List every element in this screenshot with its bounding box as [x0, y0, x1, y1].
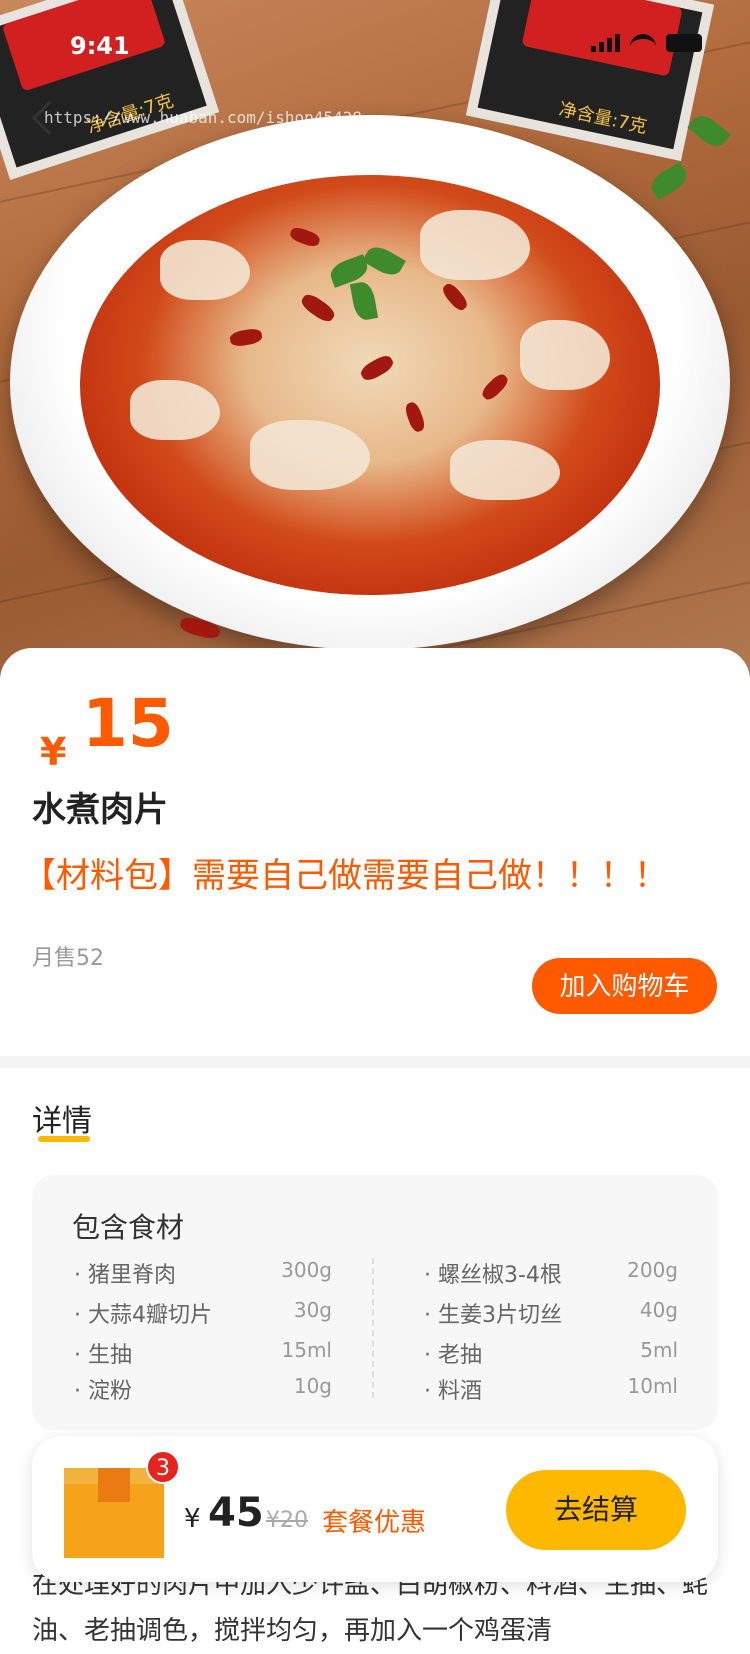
- ingredient-left-1-qty: 300g: [281, 1258, 332, 1282]
- ingredient-right-4-name: · 料酒: [424, 1379, 482, 1404]
- battery-icon: [666, 34, 702, 52]
- ingredient-right-2-qty: 40g: [639, 1298, 678, 1322]
- packet-text-right: 净含量:7克: [556, 98, 649, 139]
- product-subtitle: 【材料包】需要自己做需要自己做！！！！: [22, 856, 668, 896]
- status-time: 9:41: [70, 32, 130, 60]
- ingredients-column-divider: [372, 1258, 374, 1398]
- price-symbol: ¥: [40, 730, 67, 774]
- cart-promo-label: 套餐优惠: [322, 1508, 427, 1538]
- ingredient-left-4-name: · 淀粉: [74, 1379, 132, 1404]
- details-tab-underline: [38, 1136, 90, 1142]
- ingredient-left-2-name: · 大蒜4瓣切片: [74, 1303, 212, 1328]
- product-name: 水煮肉片: [32, 790, 168, 830]
- details-tab-title[interactable]: 详情: [32, 1096, 92, 1140]
- cart-count-badge: 3: [146, 1450, 180, 1484]
- add-to-cart-button[interactable]: 加入购物车: [532, 958, 717, 1014]
- ingredient-right-2-name: · 生姜3片切丝: [424, 1303, 562, 1328]
- ingredient-right-1-qty: 200g: [627, 1258, 678, 1282]
- product-hero-image: 净含量:7克 净含量:7克: [0, 0, 750, 700]
- price-value: 15: [82, 685, 174, 762]
- checkout-button[interactable]: 去结算: [506, 1470, 686, 1550]
- cart-total: 45: [208, 1490, 264, 1536]
- cart-original-price: ¥20: [266, 1508, 308, 1533]
- ingredient-left-3-name: · 生抽: [74, 1343, 132, 1368]
- section-divider: [0, 1056, 750, 1068]
- cart-price-symbol: ¥: [184, 1504, 201, 1534]
- ingredient-left-4-qty: 10g: [293, 1374, 332, 1398]
- ingredient-left-3-qty: 15ml: [281, 1338, 333, 1362]
- monthly-sales: 月售52: [32, 946, 104, 971]
- ingredient-left-1-name: · 猪里脊肉: [74, 1263, 176, 1288]
- watermark-text: https://www.huaban.com/ishop45428: [44, 108, 362, 127]
- ingredient-left-2-qty: 30g: [293, 1298, 332, 1322]
- wifi-icon: [630, 34, 656, 52]
- ingredient-right-3-qty: 5ml: [640, 1338, 678, 1362]
- ingredient-right-4-qty: 10ml: [627, 1374, 679, 1398]
- signal-icon: [591, 34, 620, 52]
- ingredient-right-3-name: · 老抽: [424, 1343, 482, 1368]
- ingredients-title: 包含食材: [72, 1211, 185, 1244]
- ingredient-right-1-name: · 螺丝椒3-4根: [424, 1263, 562, 1288]
- status-icons: [591, 34, 702, 52]
